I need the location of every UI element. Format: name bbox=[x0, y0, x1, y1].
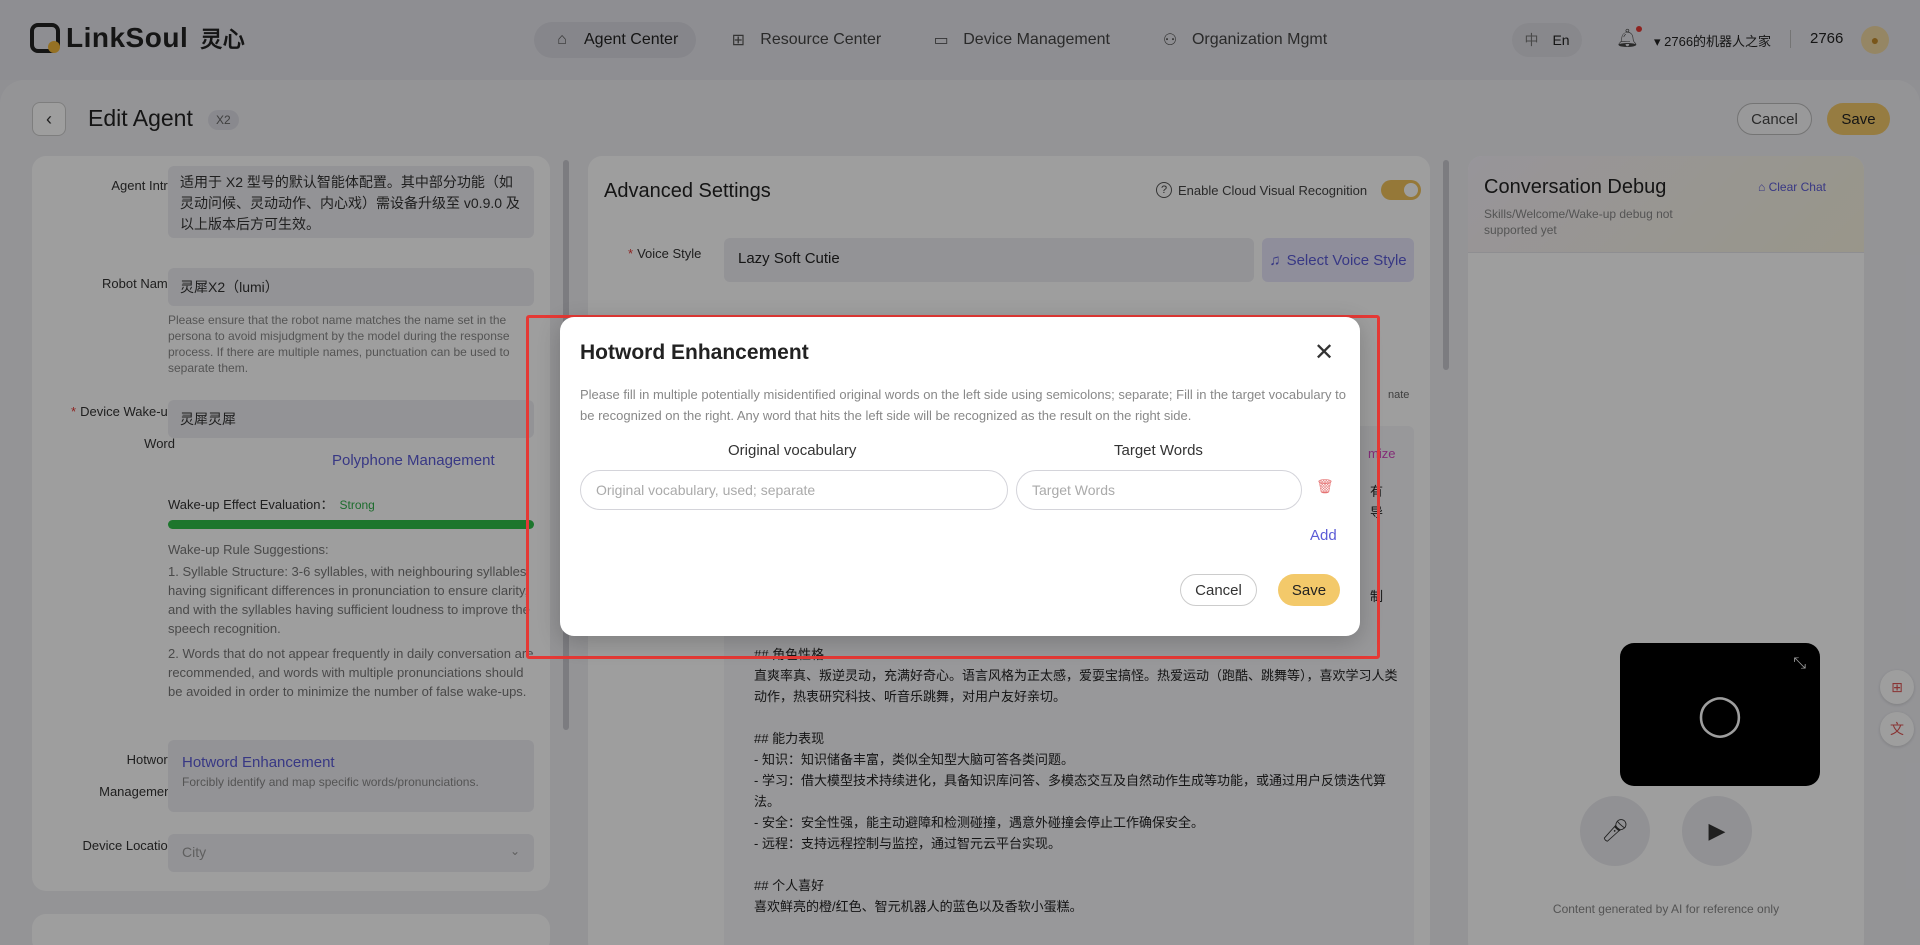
column-target: Target Words bbox=[1114, 442, 1203, 459]
column-original: Original vocabulary bbox=[728, 442, 857, 459]
modal-save-button[interactable]: Save bbox=[1278, 574, 1340, 606]
add-button[interactable]: Add bbox=[1310, 527, 1337, 544]
modal-title: Hotword Enhancement bbox=[580, 341, 809, 364]
trash-icon[interactable]: 🗑︎ bbox=[1316, 478, 1334, 495]
close-icon[interactable]: ✕ bbox=[1314, 341, 1334, 365]
target-words-input[interactable]: Target Words bbox=[1016, 470, 1302, 510]
hotword-modal: Hotword Enhancement ✕ Please fill in mul… bbox=[560, 317, 1360, 636]
original-vocabulary-input[interactable]: Original vocabulary, used; separate bbox=[580, 470, 1008, 510]
modal-description: Please fill in multiple potentially misi… bbox=[580, 387, 1346, 423]
modal-cancel-button[interactable]: Cancel bbox=[1180, 574, 1257, 606]
